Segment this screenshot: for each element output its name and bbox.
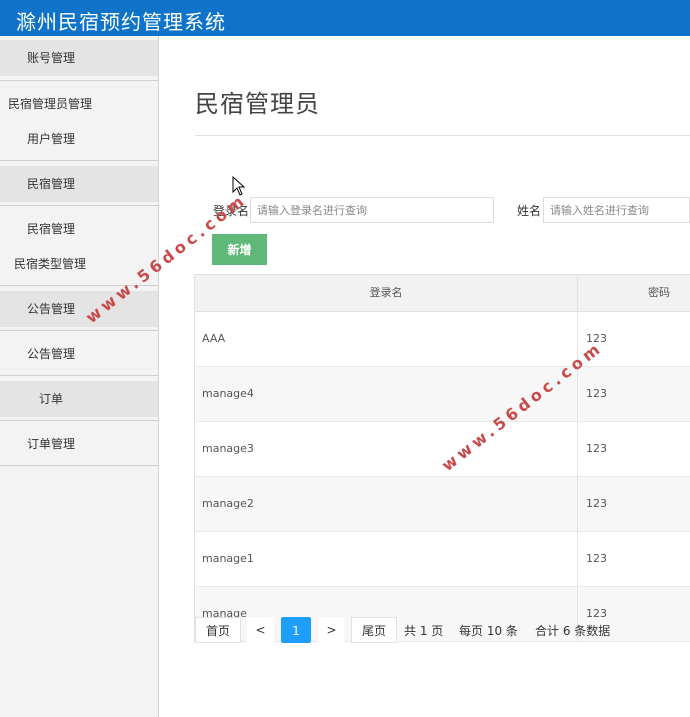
mouse-cursor-icon bbox=[232, 176, 246, 196]
table-header: 登录名 密码 bbox=[195, 275, 690, 312]
pager-next-button[interactable]: > bbox=[319, 617, 344, 643]
column-header-login-name[interactable]: 登录名 bbox=[195, 275, 577, 311]
sidebar: 账号管理 民宿管理员管理 用户管理 民宿管理 民宿管理 民宿类型管理 公告管理 … bbox=[0, 36, 159, 717]
cell-login-name: manage1 bbox=[202, 552, 254, 565]
sidebar-item-label: 民宿管理员管理 bbox=[8, 97, 93, 111]
pager-last-button[interactable]: 尾页 bbox=[351, 617, 397, 643]
sidebar-item-label: 公告管理 bbox=[27, 347, 76, 361]
cell-login-name: manage3 bbox=[202, 442, 254, 455]
app-title: 滁州民宿预约管理系统 bbox=[16, 10, 226, 34]
cell-password: 123 bbox=[586, 387, 607, 400]
sidebar-item-inn-admins[interactable]: 民宿管理员管理 bbox=[0, 94, 158, 114]
table-row[interactable]: manage3 123 bbox=[195, 422, 690, 477]
sidebar-item-label: 民宿管理 bbox=[27, 222, 76, 236]
sidebar-item-label: 订单管理 bbox=[27, 437, 76, 451]
cell-password: 123 bbox=[586, 442, 607, 455]
pager-prev-button[interactable]: < bbox=[247, 617, 274, 643]
cell-password: 123 bbox=[586, 497, 607, 510]
sidebar-item-label: 用户管理 bbox=[27, 132, 76, 146]
column-divider bbox=[577, 532, 578, 586]
sidebar-group-label: 公告管理 bbox=[27, 302, 76, 316]
pager-total-pages: 共 1 页 bbox=[404, 624, 444, 638]
table-row[interactable]: AAA 123 bbox=[195, 312, 690, 367]
add-button[interactable]: 新增 bbox=[212, 234, 267, 265]
cell-login-name: manage2 bbox=[202, 497, 254, 510]
sidebar-divider bbox=[0, 420, 158, 421]
sidebar-divider bbox=[0, 375, 158, 376]
name-label: 姓名 bbox=[517, 204, 542, 218]
column-divider bbox=[577, 422, 578, 476]
login-name-search-input[interactable] bbox=[250, 197, 494, 223]
sidebar-group-account[interactable]: 账号管理 bbox=[0, 40, 158, 76]
sidebar-divider bbox=[0, 330, 158, 331]
column-header-password[interactable]: 密码 bbox=[578, 275, 690, 311]
column-divider bbox=[577, 275, 578, 311]
sidebar-divider bbox=[0, 205, 158, 206]
title-divider bbox=[195, 135, 690, 136]
column-divider bbox=[577, 477, 578, 531]
cell-login-name: AAA bbox=[202, 332, 226, 345]
page-title: 民宿管理员 bbox=[195, 90, 320, 118]
sidebar-item-notices[interactable]: 公告管理 bbox=[0, 344, 158, 364]
table-row[interactable]: manage2 123 bbox=[195, 477, 690, 532]
pager-total-records: 合计 6 条数据 bbox=[535, 624, 611, 638]
name-search-input[interactable] bbox=[543, 197, 690, 223]
table-row[interactable]: manage4 123 bbox=[195, 367, 690, 422]
sidebar-item-label: 民宿类型管理 bbox=[14, 257, 87, 271]
sidebar-group-label: 订单 bbox=[39, 392, 64, 406]
sidebar-group-notice[interactable]: 公告管理 bbox=[0, 291, 158, 327]
sidebar-item-inns[interactable]: 民宿管理 bbox=[0, 219, 158, 239]
cell-login-name: manage4 bbox=[202, 387, 254, 400]
sidebar-item-users[interactable]: 用户管理 bbox=[0, 129, 158, 149]
pager-first-button[interactable]: 首页 bbox=[195, 617, 241, 643]
sidebar-item-orders[interactable]: 订单管理 bbox=[0, 434, 158, 454]
cell-password: 123 bbox=[586, 552, 607, 565]
sidebar-group-label: 账号管理 bbox=[27, 51, 76, 65]
sidebar-divider bbox=[0, 160, 158, 161]
sidebar-group-inn[interactable]: 民宿管理 bbox=[0, 166, 158, 202]
sidebar-divider bbox=[0, 80, 158, 81]
pager-current-page[interactable]: 1 bbox=[281, 617, 311, 643]
pager-per-page: 每页 10 条 bbox=[459, 624, 518, 638]
main-content: 民宿管理员 登录名 姓名 新增 登录名 密码 AAA 123 manage4 1… bbox=[159, 36, 690, 717]
table-row[interactable]: manage1 123 bbox=[195, 532, 690, 587]
sidebar-group-label: 民宿管理 bbox=[27, 177, 76, 191]
top-header-bar: 滁州民宿预约管理系统 bbox=[0, 0, 690, 36]
sidebar-divider bbox=[0, 465, 158, 466]
sidebar-group-orders[interactable]: 订单 bbox=[0, 381, 158, 417]
